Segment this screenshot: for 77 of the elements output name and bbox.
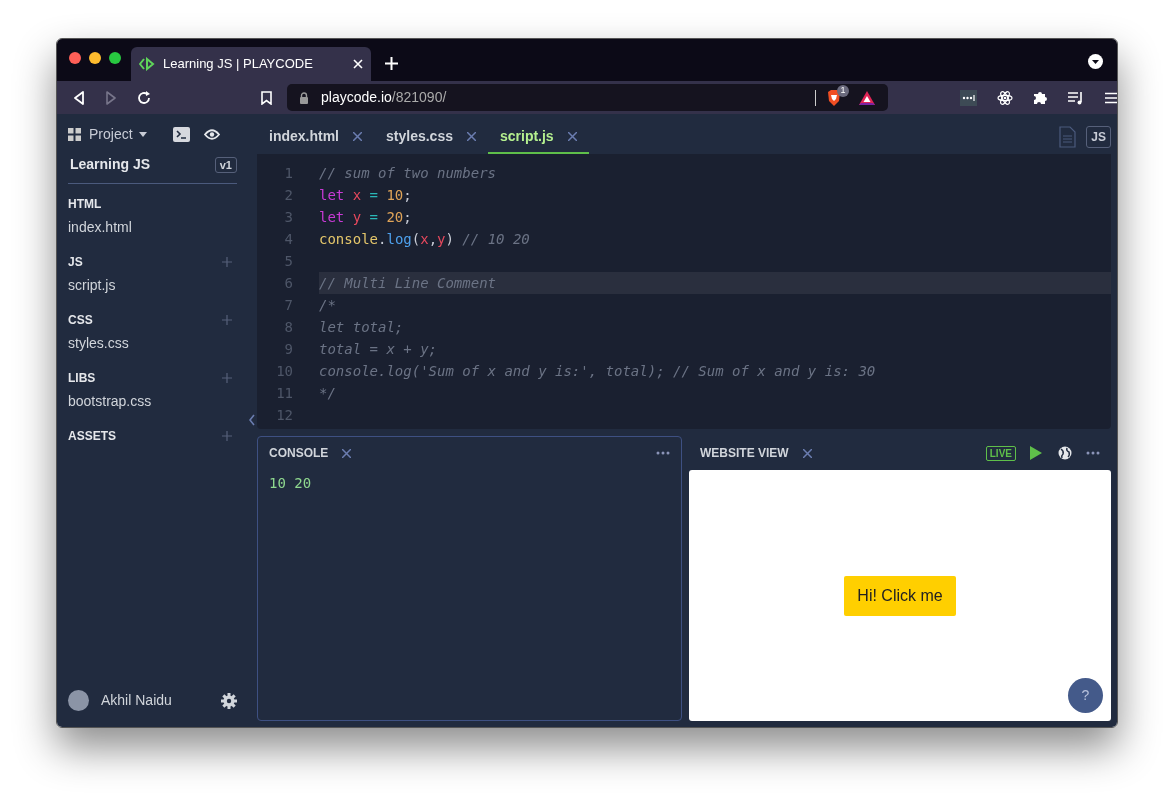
reload-icon[interactable] xyxy=(137,90,151,105)
code-line: let total; xyxy=(319,317,405,337)
code-line: console.log('Sum of x and y is:', total); // Sum of x and y is: 30 xyxy=(319,361,877,381)
new-tab-icon[interactable] xyxy=(385,57,398,70)
language-badge[interactable]: JS xyxy=(1086,126,1111,148)
close-window-button[interactable] xyxy=(69,52,81,64)
play-icon[interactable] xyxy=(1030,446,1042,460)
line-number: 8 xyxy=(283,317,293,337)
address-bar[interactable]: playcode.io/821090/ 1 xyxy=(287,84,888,111)
triangle-icon[interactable] xyxy=(858,89,876,106)
globe-icon[interactable] xyxy=(1058,446,1072,460)
more-icon[interactable] xyxy=(656,451,670,455)
minimize-window-button[interactable] xyxy=(89,52,101,64)
project-menu[interactable]: Project xyxy=(89,123,147,145)
section-title: HTML xyxy=(68,196,102,213)
line-number: 9 xyxy=(283,339,293,359)
version-badge: v1 xyxy=(214,156,237,173)
settings-icon[interactable] xyxy=(221,692,237,709)
line-number: 6 xyxy=(283,273,293,293)
code-line: let x = 10; xyxy=(319,185,413,205)
line-number: 12 xyxy=(275,405,293,425)
code-logo-icon xyxy=(139,57,155,71)
extension-icon[interactable] xyxy=(960,89,977,106)
file-item[interactable]: script.js xyxy=(68,275,237,296)
collapse-icon[interactable] xyxy=(249,414,255,426)
file-item[interactable]: index.html xyxy=(68,217,237,238)
section-title: LIBS xyxy=(68,370,96,387)
code-line: console.log(x,y) // 10 20 xyxy=(319,229,531,249)
lion-shield-icon[interactable] xyxy=(826,88,842,107)
line-number: 11 xyxy=(275,383,293,403)
code-line: */ xyxy=(319,383,337,403)
browser-tab[interactable]: Learning JS | PLAYCODE xyxy=(131,47,371,81)
console-title: CONSOLE xyxy=(269,445,329,462)
help-button[interactable]: ? xyxy=(1068,678,1103,713)
more-icon[interactable] xyxy=(1086,451,1100,455)
tab-title: Learning JS | PLAYCODE xyxy=(163,55,314,74)
editor-tab[interactable]: styles.css xyxy=(374,121,488,154)
website-view-title: WEBSITE VIEW xyxy=(700,445,789,462)
file-item[interactable]: bootstrap.css xyxy=(68,391,237,412)
lock-icon xyxy=(299,91,309,104)
puzzle-icon[interactable] xyxy=(1033,90,1048,105)
console-output: 10 20 xyxy=(269,474,313,493)
bookmark-icon[interactable] xyxy=(261,90,272,105)
back-icon[interactable] xyxy=(73,90,85,105)
eye-icon[interactable] xyxy=(203,128,220,140)
line-number: 5 xyxy=(283,251,293,271)
code-line: let y = 20; xyxy=(319,207,413,227)
line-number: 10 xyxy=(275,361,293,381)
line-number: 3 xyxy=(283,207,293,227)
code-line: /* xyxy=(319,295,337,315)
menu-icon[interactable] xyxy=(1105,91,1117,104)
code-line: total = x + y; xyxy=(319,339,438,359)
forward-icon[interactable] xyxy=(105,90,117,105)
shields-count-badge: 1 xyxy=(837,84,849,97)
maximize-window-button[interactable] xyxy=(109,52,121,64)
project-name: Learning JS xyxy=(70,155,151,174)
line-number: 4 xyxy=(283,229,293,249)
line-number: 1 xyxy=(283,163,293,183)
section-title: ASSETS xyxy=(68,428,116,445)
url-text: playcode.io/821090/ xyxy=(321,88,447,107)
editor-tab[interactable]: index.html xyxy=(257,121,374,154)
atom-icon[interactable] xyxy=(997,89,1013,106)
line-number: 7 xyxy=(283,295,293,315)
section-title: CSS xyxy=(68,312,93,329)
avatar xyxy=(68,690,89,711)
live-badge: LIVE xyxy=(985,445,1016,461)
page-button[interactable]: Hi! Click me xyxy=(844,575,956,616)
grid-icon[interactable] xyxy=(68,127,81,141)
terminal-icon[interactable] xyxy=(172,126,190,142)
section-title: JS xyxy=(68,254,83,271)
line-number: 2 xyxy=(283,185,293,205)
dropdown-icon[interactable] xyxy=(1088,54,1103,69)
file-item[interactable]: styles.css xyxy=(68,333,237,354)
code-line: // sum of two numbers xyxy=(319,163,497,183)
playlist-icon[interactable] xyxy=(1068,90,1085,105)
user-name: Akhil Naidu xyxy=(101,691,173,710)
caret-icon[interactable] xyxy=(138,131,147,137)
